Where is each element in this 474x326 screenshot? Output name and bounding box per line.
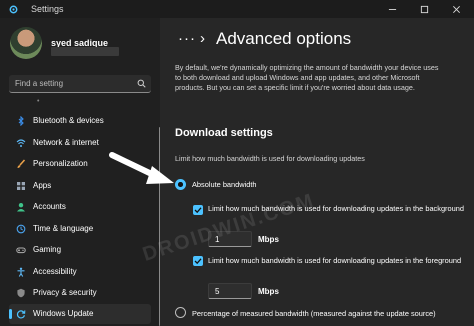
maximize-button[interactable] [408, 0, 440, 18]
minimize-button[interactable] [376, 0, 408, 18]
annotation-arrow-icon [109, 152, 174, 184]
search-icon[interactable] [137, 79, 146, 88]
account-icon [17, 203, 25, 212]
sidebar-item-accounts[interactable]: Accounts [9, 197, 151, 217]
foreground-bandwidth-input[interactable] [208, 283, 252, 299]
sidebar-item-label: Gaming [33, 245, 62, 254]
sidebar-item-gaming[interactable]: Gaming [9, 240, 151, 260]
absolute-bandwidth-label: Absolute bandwidth [192, 180, 257, 189]
minimize-icon [388, 8, 396, 10]
window-title: Settings [31, 4, 64, 14]
sidebar-item-label: Apps [33, 181, 52, 190]
apps-icon [17, 182, 25, 190]
sidebar-item-label: Accounts [33, 202, 66, 211]
avatar[interactable] [10, 27, 42, 59]
settings-app-icon [9, 5, 18, 14]
user-email-redacted [51, 47, 119, 56]
sidebar-item-label: Windows Update [33, 309, 94, 318]
update-icon [16, 310, 26, 319]
sidebar-item-label: Privacy & security [33, 288, 97, 297]
foreground-limit-checkbox[interactable] [193, 256, 203, 266]
breadcrumb-more-button[interactable]: ··· [178, 30, 196, 47]
sidebar-item-privacy[interactable]: Privacy & security [9, 283, 151, 303]
brush-icon [17, 159, 26, 168]
title-bar: Settings [0, 0, 474, 18]
percentage-bandwidth-radio[interactable] [175, 307, 186, 318]
globe-clock-icon [16, 224, 26, 234]
sidebar-item-time-language[interactable]: Time & language [9, 219, 151, 239]
sidebar-item-windows-update[interactable]: Windows Update [9, 304, 151, 324]
sidebar-item-label: Network & internet [33, 138, 99, 147]
foreground-unit-label: Mbps [258, 287, 279, 296]
selection-indicator [9, 309, 12, 319]
percentage-bandwidth-label: Percentage of measured bandwidth (measur… [192, 309, 436, 318]
checkmark-icon [194, 207, 202, 214]
background-unit-label: Mbps [258, 235, 279, 244]
page-title: Advanced options [216, 29, 352, 48]
close-icon [452, 5, 460, 13]
download-settings-subtitle: Limit how much bandwidth is used for dow… [175, 154, 365, 163]
foreground-limit-label: Limit how much bandwidth is used for dow… [208, 256, 462, 265]
accessibility-icon [17, 267, 25, 277]
maximize-icon [420, 5, 428, 13]
sidebar-item-label: Personalization [33, 159, 88, 168]
search-input[interactable] [9, 75, 133, 92]
sidebar-item-label: Accessibility [33, 267, 77, 276]
wifi-icon [16, 139, 26, 147]
breadcrumb-chevron-icon: › [200, 30, 205, 47]
sidebar-item-label: Time & language [33, 224, 94, 233]
sidebar-item-bluetooth[interactable]: Bluetooth & devices [9, 111, 151, 131]
background-limit-checkbox[interactable] [193, 205, 203, 215]
sidebar-item-label: Bluetooth & devices [33, 116, 104, 125]
gamepad-icon [16, 247, 26, 254]
checkmark-icon [194, 258, 202, 265]
page-description: By default, we're dynamically optimizing… [175, 63, 439, 92]
search-box[interactable] [9, 75, 151, 93]
download-settings-heading: Download settings [175, 127, 273, 139]
sidebar-item-accessibility[interactable]: Accessibility [9, 262, 151, 282]
close-button[interactable] [440, 0, 472, 18]
scroll-hint-dot: • [37, 98, 40, 105]
bluetooth-icon [18, 116, 24, 126]
shield-icon [17, 288, 25, 298]
